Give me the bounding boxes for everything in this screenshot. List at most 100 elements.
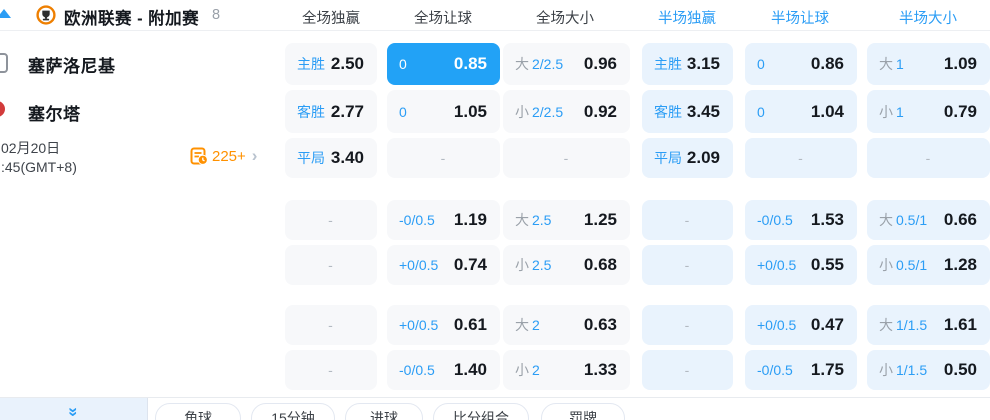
odds-value: 2.09 (686, 148, 720, 167)
odds-label: 2 (532, 317, 540, 333)
odds-cell[interactable]: 小 2 1.33 (503, 350, 630, 390)
odds-cell[interactable]: +0/0.5 0.55 (745, 245, 857, 285)
odds-cell[interactable]: 平局 2.09 (642, 138, 733, 178)
collapse-triangle-icon[interactable] (0, 9, 11, 18)
collapse-bar[interactable]: » (0, 398, 148, 420)
odds-value: 0.61 (453, 315, 487, 334)
odds-cell[interactable]: 客胜 2.77 (285, 90, 377, 133)
odds-label: -0/0.5 (399, 362, 435, 378)
odds-label: 2/2.5 (532, 103, 564, 120)
odds-cell[interactable]: - (285, 200, 377, 240)
odds-cell[interactable]: 0 0.86 (745, 43, 857, 85)
over-under-prefix: 大 (879, 317, 893, 333)
odds-value: 0.96 (583, 54, 617, 73)
odds-cell[interactable]: - (642, 305, 733, 345)
odds-cell[interactable]: +0/0.5 0.47 (745, 305, 857, 345)
home-team-logo (0, 53, 8, 73)
odds-cell[interactable]: - (642, 200, 733, 240)
odds-value: 1.28 (943, 255, 977, 274)
odds-label: 1 (896, 56, 904, 72)
more-markets-link[interactable]: 225+ › (190, 147, 257, 165)
column-header-3[interactable]: 全场大小 (536, 7, 594, 28)
odds-value: 0.74 (453, 255, 487, 274)
odds-value: 2.50 (330, 54, 364, 73)
odds-cell[interactable]: - (503, 138, 630, 178)
odds-cell[interactable]: - (745, 138, 857, 178)
odds-value: 1.53 (810, 210, 844, 229)
odds-value: 1.33 (583, 360, 617, 379)
odds-cell[interactable]: 平局 3.40 (285, 138, 377, 178)
away-team-logo (0, 101, 5, 117)
away-team-name[interactable]: 塞尔塔 (28, 100, 81, 125)
odds-cell[interactable]: 主胜 2.50 (285, 43, 377, 85)
odds-cell[interactable]: 0 1.04 (745, 90, 857, 133)
odds-cell[interactable]: - (387, 138, 500, 178)
odds-cell[interactable]: 大 1/1.5 1.61 (867, 305, 990, 345)
odds-value: 0.85 (453, 54, 487, 73)
odds-cell[interactable]: -0/0.5 1.40 (387, 350, 500, 390)
odds-label: 2 (532, 362, 540, 378)
odds-value: 0.55 (810, 255, 844, 274)
odds-cell[interactable]: -0/0.5 1.75 (745, 350, 857, 390)
odds-label: -0/0.5 (757, 212, 793, 228)
odds-label: +0/0.5 (757, 317, 797, 333)
over-under-prefix: 小 (515, 257, 529, 273)
column-header-5[interactable]: 半场让球 (771, 7, 829, 28)
odds-cell[interactable]: 0 0.85 (387, 43, 500, 85)
odds-cell[interactable]: - (867, 138, 990, 178)
odds-cell[interactable]: +0/0.5 0.61 (387, 305, 500, 345)
odds-cell[interactable]: -0/0.5 1.53 (745, 200, 857, 240)
column-header-1[interactable]: 全场独赢 (302, 7, 360, 28)
odds-value: 0.47 (810, 315, 844, 334)
odds-cell[interactable]: 小 2.5 0.68 (503, 245, 630, 285)
odds-cell[interactable]: - (285, 245, 377, 285)
market-shortcut-button[interactable]: 进球 (345, 403, 423, 420)
odds-cell[interactable]: 主胜 3.15 (642, 43, 733, 85)
odds-cell[interactable]: -0/0.5 1.19 (387, 200, 500, 240)
odds-cell[interactable]: 大 2.5 1.25 (503, 200, 630, 240)
over-under-prefix: 小 (879, 362, 893, 378)
odds-cell[interactable]: 小 2/2.5 0.92 (503, 90, 630, 133)
odds-label: 平局 (654, 150, 682, 166)
odds-cell[interactable]: +0/0.5 0.74 (387, 245, 500, 285)
odds-cell[interactable]: 小 0.5/1 1.28 (867, 245, 990, 285)
odds-value: 1.40 (453, 360, 487, 379)
markets-list-clock-icon (190, 147, 208, 165)
odds-label: 2.5 (532, 257, 552, 273)
odds-cell[interactable]: 小 1/1.5 0.50 (867, 350, 990, 390)
europa-league-trophy-icon (36, 5, 56, 25)
market-shortcut-button[interactable]: 比分组合 (433, 403, 529, 420)
match-date: 02月20日 (1, 140, 61, 156)
odds-cell[interactable]: 大 1 1.09 (867, 43, 990, 85)
odds-cell[interactable]: - (642, 350, 733, 390)
market-shortcut-button[interactable]: 角球 (155, 403, 241, 420)
odds-cell[interactable]: - (642, 245, 733, 285)
odds-cell[interactable]: 大 0.5/1 0.66 (867, 200, 990, 240)
odds-cell[interactable]: - (285, 305, 377, 345)
odds-cell[interactable]: - (285, 350, 377, 390)
odds-value: 0.50 (943, 360, 977, 379)
odds-label: 0.5/1 (896, 257, 928, 273)
column-header-2[interactable]: 全场让球 (414, 7, 472, 28)
odds-value: 1.19 (453, 210, 487, 229)
odds-label: 主胜 (654, 56, 682, 72)
odds-cell[interactable]: 客胜 3.45 (642, 90, 733, 133)
market-shortcut-button[interactable]: 15分钟 (251, 403, 335, 420)
odds-cell[interactable]: 0 1.05 (387, 90, 500, 133)
odds-value: 0.63 (583, 315, 617, 334)
odds-cell[interactable]: 大 2 0.63 (503, 305, 630, 345)
odds-label: 平局 (297, 150, 325, 166)
odds-label: 2/2.5 (532, 56, 564, 72)
double-chevron-down-icon: » (64, 407, 84, 415)
odds-label: -0/0.5 (757, 362, 793, 378)
footer-divider (0, 397, 990, 398)
column-header-4[interactable]: 半场独赢 (658, 7, 716, 28)
column-header-6[interactable]: 半场大小 (899, 7, 957, 28)
odds-cell[interactable]: 小 1 0.79 (867, 90, 990, 133)
odds-label: 1/1.5 (896, 317, 928, 333)
market-shortcut-button[interactable]: 罚牌 (541, 403, 625, 420)
odds-cell[interactable]: 大 2/2.5 0.96 (503, 43, 630, 85)
match-time: :45(GMT+8) (1, 159, 77, 175)
home-team-name[interactable]: 塞萨洛尼基 (28, 52, 116, 77)
odds-value: 2.77 (330, 101, 364, 121)
